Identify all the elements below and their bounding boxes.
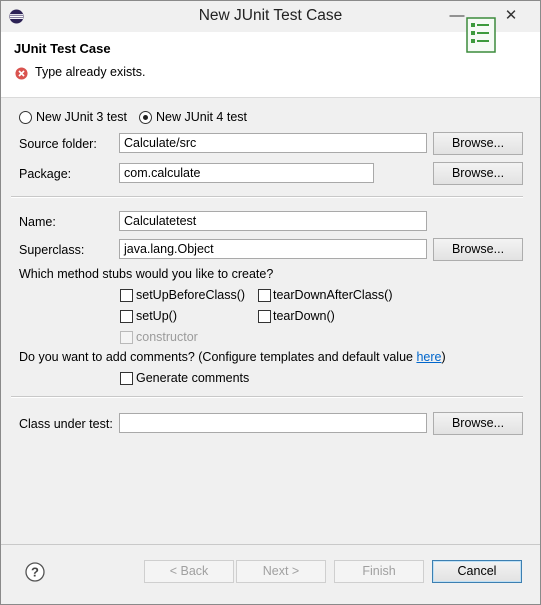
title-bar: New JUnit Test Case — ✕ — [1, 1, 540, 32]
configure-templates-link[interactable]: here — [416, 350, 441, 364]
class-under-test-label: Class under test: — [19, 417, 113, 431]
generate-comments-label[interactable]: Generate comments — [136, 371, 249, 385]
comments-question: Do you want to add comments? (Configure … — [19, 350, 446, 364]
package-field[interactable]: com.calculate — [119, 163, 374, 183]
constructor-label: constructor — [136, 330, 198, 344]
wizard-header: JUnit Test Case Type already exists. — [1, 32, 540, 98]
junit4-radio[interactable] — [139, 111, 152, 124]
junit4-label[interactable]: New JUnit 4 test — [156, 110, 247, 124]
dialog-window: New JUnit Test Case — ✕ JUnit Test Case … — [0, 0, 541, 605]
back-button[interactable]: < Back — [144, 560, 234, 583]
separator — [11, 396, 523, 398]
generate-comments-checkbox[interactable] — [120, 372, 133, 385]
class-under-test-field[interactable] — [119, 413, 427, 433]
comments-question-close: ) — [441, 350, 446, 364]
setup-checkbox[interactable] — [120, 310, 133, 323]
help-icon[interactable]: ? — [25, 562, 45, 582]
separator — [11, 196, 523, 198]
superclass-field[interactable]: java.lang.Object — [119, 239, 427, 259]
name-label: Name: — [19, 215, 56, 229]
browse-superclass-button[interactable]: Browse... — [433, 238, 523, 261]
error-message: Type already exists. — [35, 65, 146, 79]
next-button[interactable]: Next > — [236, 560, 326, 583]
teardown-label[interactable]: tearDown() — [273, 309, 335, 323]
teardown-checkbox[interactable] — [258, 310, 271, 323]
comments-question-text: Do you want to add comments? (Configure … — [19, 350, 417, 364]
setupbeforeclass-checkbox[interactable] — [120, 289, 133, 302]
cancel-button[interactable]: Cancel — [432, 560, 522, 583]
setup-label[interactable]: setUp() — [136, 309, 177, 323]
finish-button[interactable]: Finish — [334, 560, 424, 583]
source-folder-field[interactable]: Calculate/src — [119, 133, 427, 153]
browse-class-under-test-button[interactable]: Browse... — [433, 412, 523, 435]
constructor-checkbox — [120, 331, 133, 344]
name-field[interactable]: Calculatetest — [119, 211, 427, 231]
package-label: Package: — [19, 167, 72, 181]
browse-package-button[interactable]: Browse... — [433, 162, 523, 185]
teardownafterclass-checkbox[interactable] — [258, 289, 271, 302]
junit3-label[interactable]: New JUnit 3 test — [36, 110, 127, 124]
superclass-label: Superclass: — [19, 243, 85, 257]
footer-separator — [1, 544, 540, 545]
setupbeforeclass-label[interactable]: setUpBeforeClass() — [136, 288, 245, 302]
browse-source-button[interactable]: Browse... — [433, 132, 523, 155]
svg-text:?: ? — [31, 565, 39, 580]
source-folder-label: Source folder: — [19, 137, 97, 151]
junit3-radio[interactable] — [19, 111, 32, 124]
close-icon: ✕ — [504, 7, 518, 24]
error-icon — [15, 67, 28, 80]
junit-banner-icon — [466, 17, 496, 53]
stubs-question: Which method stubs would you like to cre… — [19, 267, 274, 281]
teardownafterclass-label[interactable]: tearDownAfterClass() — [273, 288, 392, 302]
wizard-title: JUnit Test Case — [14, 41, 111, 56]
